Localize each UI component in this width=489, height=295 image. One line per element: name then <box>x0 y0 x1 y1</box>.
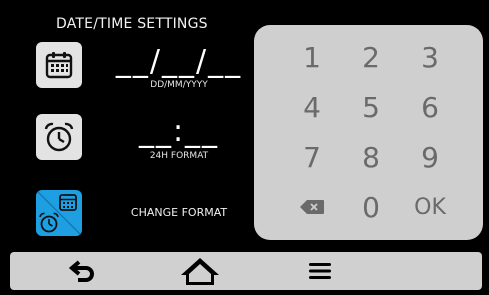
date-format-caption: DD/MM/YYYY <box>150 80 208 90</box>
back-button[interactable] <box>58 252 108 290</box>
backspace-icon <box>300 200 324 214</box>
key-0[interactable]: 0 <box>341 187 401 227</box>
date-value[interactable]: __/__/__ <box>104 44 254 79</box>
menu-button[interactable] <box>295 252 345 290</box>
key-1[interactable]: 1 <box>282 37 342 77</box>
change-format-label[interactable]: CHANGE FORMAT <box>104 206 254 219</box>
key-7[interactable]: 7 <box>282 137 342 177</box>
backspace-key[interactable] <box>282 187 342 227</box>
date-button[interactable] <box>36 42 82 88</box>
bottom-nav-bar <box>10 252 482 290</box>
time-format-caption: 24H FORMAT <box>149 151 209 161</box>
key-2[interactable]: 2 <box>341 37 401 77</box>
key-9[interactable]: 9 <box>400 137 460 177</box>
alarm-clock-icon <box>44 122 74 152</box>
key-8[interactable]: 8 <box>341 137 401 177</box>
key-5[interactable]: 5 <box>341 87 401 127</box>
calendar-clock-icon <box>36 190 82 236</box>
page-title: DATE/TIME SETTINGS <box>56 16 208 32</box>
back-arrow-icon <box>69 260 94 282</box>
change-format-button[interactable] <box>36 190 82 236</box>
home-button[interactable] <box>170 252 230 290</box>
home-icon <box>181 258 219 285</box>
numeric-keypad: 1 2 3 4 5 6 7 8 9 0 OK <box>254 25 483 240</box>
key-4[interactable]: 4 <box>282 87 342 127</box>
key-3[interactable]: 3 <box>400 37 460 77</box>
time-value[interactable]: __:__ <box>104 114 254 149</box>
ok-key[interactable]: OK <box>400 187 460 227</box>
calendar-icon <box>45 52 73 79</box>
key-6[interactable]: 6 <box>400 87 460 127</box>
menu-icon <box>309 263 331 279</box>
time-button[interactable] <box>36 114 82 160</box>
